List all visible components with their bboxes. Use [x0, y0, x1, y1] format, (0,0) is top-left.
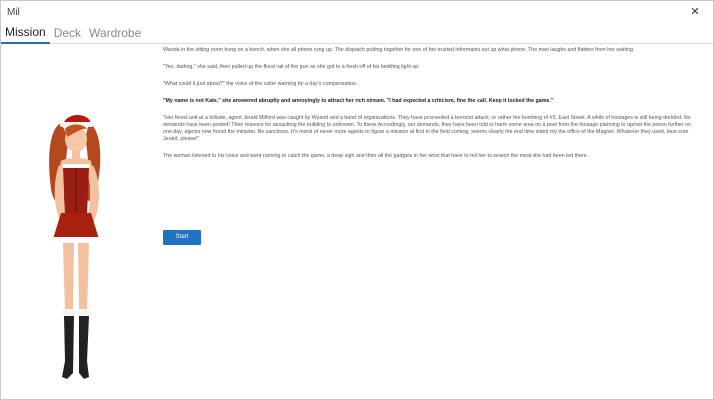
story-paragraph: "Her finest unit at a hillside, agent Je… [163, 115, 691, 142]
window-title: Mil [7, 6, 20, 18]
story-paragraph: "What could it just about?" the voice of… [163, 81, 358, 87]
tab-wardrobe[interactable]: Wardrobe [85, 25, 145, 43]
start-button[interactable]: Start [163, 230, 201, 245]
character-portrait [49, 114, 101, 379]
title-bar: Mil ✕ [1, 1, 713, 23]
story-paragraph: Wanda in the sitting room hung on a benc… [163, 47, 635, 53]
close-icon[interactable]: ✕ [687, 5, 703, 19]
tab-bar: Mission Deck Wardrobe [1, 23, 713, 44]
app-window: Mil ✕ Mission Deck Wardrobe Wanda in the… [0, 0, 714, 400]
tab-mission[interactable]: Mission [1, 24, 50, 44]
story-paragraph-emphasis: "My name is not Kate," she answered abru… [163, 98, 554, 104]
story-paragraph: "Yes, darling," she said, then pulled up… [163, 64, 420, 70]
mission-story: Wanda in the sitting room hung on a benc… [163, 47, 699, 170]
story-paragraph: The woman listened to his voice and went… [163, 153, 589, 159]
tab-deck[interactable]: Deck [50, 25, 85, 43]
